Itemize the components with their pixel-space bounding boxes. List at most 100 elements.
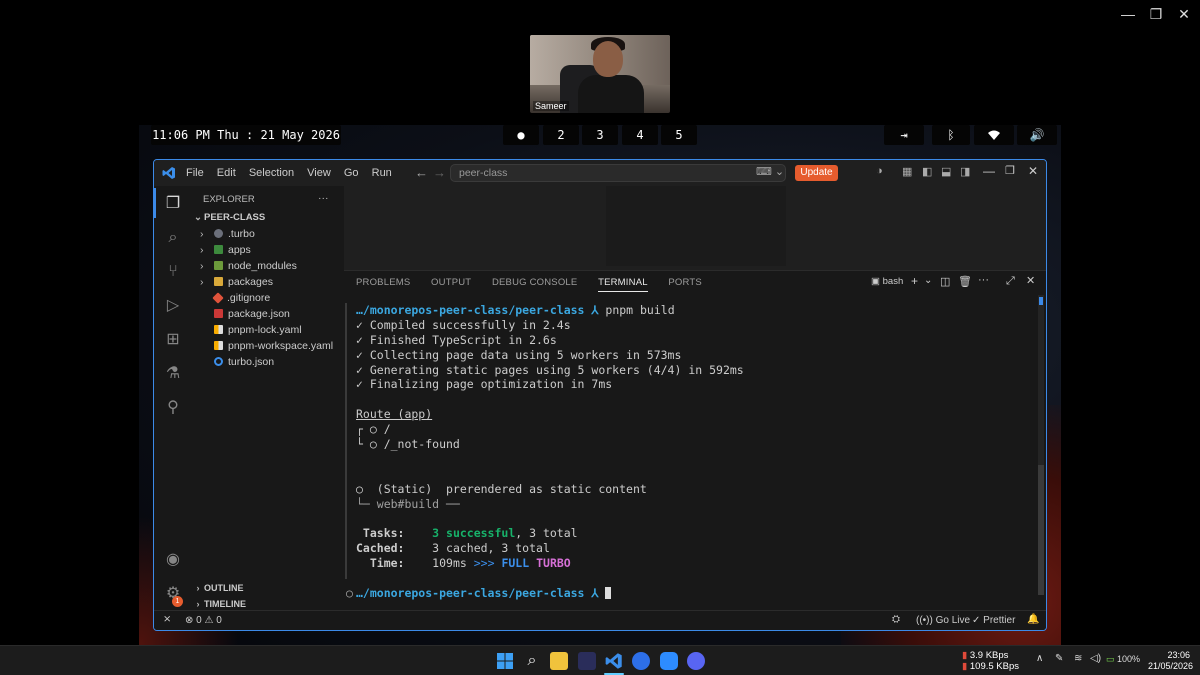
- toggle-panel-icon[interactable]: ⬓: [941, 165, 951, 178]
- battery-indicator[interactable]: ▭ 100%: [1106, 654, 1140, 665]
- menu-file[interactable]: File: [186, 167, 204, 179]
- remote-explorer-icon[interactable]: ⚲: [163, 398, 183, 418]
- tree-item-node-modules[interactable]: › node_modules: [200, 258, 297, 274]
- more-icon[interactable]: ···: [978, 274, 989, 286]
- windows-start-icon[interactable]: [496, 652, 514, 670]
- wifi-tray-icon[interactable]: ≋: [1074, 653, 1082, 664]
- volume-tray-icon[interactable]: ◁): [1090, 653, 1101, 664]
- final-prompt-line: ○ …/monorepos-peer-class/peer-class ⅄: [346, 586, 1036, 601]
- tree-item-packages[interactable]: › packages: [200, 274, 273, 290]
- tab-output[interactable]: OUTPUT: [431, 277, 471, 288]
- problems-indicator[interactable]: ⊗ 0 ⚠ 0: [185, 615, 222, 626]
- volume-icon[interactable]: 🔊: [1017, 125, 1057, 145]
- trash-icon[interactable]: 🗑: [958, 275, 972, 288]
- vscode-taskbar-icon[interactable]: [605, 652, 623, 670]
- pnpm-icon: [214, 341, 223, 350]
- tree-item-package-json[interactable]: package.json: [214, 306, 290, 322]
- menu-edit[interactable]: Edit: [217, 167, 236, 179]
- wifi-icon[interactable]: [974, 125, 1014, 145]
- workspace-5[interactable]: 5: [661, 125, 697, 145]
- update-button[interactable]: Update: [795, 165, 838, 181]
- menu-selection[interactable]: Selection: [249, 167, 294, 179]
- toggle-sidebar-icon[interactable]: ◧: [922, 165, 932, 178]
- system-clock[interactable]: 23:06 21/05/2026: [1148, 650, 1193, 672]
- menu-view[interactable]: View: [307, 167, 331, 179]
- show-hidden-icons-icon[interactable]: ∧: [1036, 653, 1043, 664]
- bluetooth-icon[interactable]: ᛒ: [932, 125, 970, 145]
- taskbar-search-icon[interactable]: ⌕: [523, 652, 541, 670]
- tab-debug-console[interactable]: DEBUG CONSOLE: [492, 277, 577, 288]
- terminal-output[interactable]: …/monorepos-peer-class/peer-class ⅄ pnpm…: [346, 303, 1036, 601]
- copilot-status-icon[interactable]: ⛭: [892, 614, 900, 625]
- tab-problems[interactable]: PROBLEMS: [356, 277, 410, 288]
- forward-arrow-icon[interactable]: →: [433, 165, 446, 180]
- tasks-total: , 3 total: [515, 526, 578, 541]
- toggle-secondary-sidebar-icon[interactable]: ◨: [960, 165, 970, 178]
- menu-go[interactable]: Go: [344, 167, 359, 179]
- testing-icon[interactable]: ⚗: [163, 364, 183, 384]
- restore-icon[interactable]: ❐: [1142, 6, 1170, 23]
- pen-icon[interactable]: ✎: [1055, 653, 1063, 664]
- git-icon: [212, 292, 224, 304]
- more-actions-icon[interactable]: ···: [318, 190, 329, 206]
- copilot-icon[interactable]: ⌨ ⌄: [756, 165, 784, 178]
- tree-item-pnpm-workspace[interactable]: pnpm-workspace.yaml: [214, 338, 333, 354]
- maximize-panel-icon[interactable]: ⤢: [1006, 275, 1015, 288]
- terminal-app-icon[interactable]: [578, 652, 596, 670]
- command-center-search[interactable]: peer-class: [450, 164, 786, 182]
- explorer-sidebar: EXPLORER ··· ⌄ PEER-CLASS › .turbo › apps ›…: [192, 186, 344, 610]
- go-live-button[interactable]: ((•)) Go Live: [916, 615, 970, 626]
- back-arrow-icon[interactable]: ←: [415, 165, 428, 180]
- accounts-icon[interactable]: ◑: [876, 165, 883, 177]
- tab-ports[interactable]: PORTS: [668, 277, 702, 288]
- file-explorer-icon[interactable]: [550, 652, 568, 670]
- source-control-icon[interactable]: ⑂: [163, 262, 183, 282]
- explorer-icon[interactable]: ❐: [163, 194, 183, 214]
- menu-run[interactable]: Run: [372, 167, 392, 179]
- close-panel-icon[interactable]: ✕: [1026, 274, 1035, 287]
- warning-icon: ⚠: [204, 615, 214, 626]
- tasks-success: 3 successful: [432, 526, 516, 541]
- prettier-label: Prettier: [983, 615, 1016, 626]
- prettier-button[interactable]: ✓ Prettier: [972, 615, 1015, 626]
- notifications-bell-icon[interactable]: 🔔: [1027, 614, 1039, 625]
- minimize-window-icon[interactable]: —: [983, 164, 995, 178]
- folder-root[interactable]: ⌄ PEER-CLASS: [192, 210, 265, 226]
- tree-item-gitignore[interactable]: .gitignore: [212, 290, 271, 306]
- split-terminal-icon[interactable]: ◫: [940, 275, 950, 288]
- remote-indicator-icon[interactable]: ⨯: [163, 614, 171, 625]
- close-window-icon[interactable]: ✕: [1028, 164, 1038, 178]
- activity-bar: ❐ ⌕ ⑂ ▷ ⊞ ⚗ ⚲ ◉ ⚙ 1: [154, 186, 192, 610]
- turbo-folder-icon: [214, 229, 223, 238]
- workspace-2[interactable]: 2: [543, 125, 579, 145]
- logout-icon[interactable]: ⇥: [884, 125, 924, 145]
- tree-item-turbo-json[interactable]: turbo.json: [214, 354, 274, 370]
- tree-label: .gitignore: [227, 292, 271, 304]
- close-icon[interactable]: ✕: [1170, 6, 1198, 23]
- terminal-shell-selector[interactable]: ▣ bash: [871, 276, 903, 287]
- outline-section[interactable]: › OUTLINE: [192, 580, 244, 596]
- tree-item-pnpm-lock[interactable]: pnpm-lock.yaml: [214, 322, 302, 338]
- download-indicator: ▮: [962, 661, 968, 672]
- extensions-icon[interactable]: ⊞: [163, 330, 183, 350]
- new-terminal-icon[interactable]: +: [911, 274, 918, 288]
- discord-icon[interactable]: [687, 652, 705, 670]
- terminal-gutter: [345, 303, 347, 579]
- tree-item-apps[interactable]: › apps: [200, 242, 251, 258]
- app-icon[interactable]: [632, 652, 650, 670]
- customize-layout-icon[interactable]: ▦: [902, 165, 912, 178]
- workspace-1[interactable]: ●: [503, 125, 539, 145]
- tree-item-turbo[interactable]: › .turbo: [200, 226, 255, 242]
- search-icon[interactable]: ⌕: [163, 228, 183, 248]
- terminal-scrollbar[interactable]: [1038, 295, 1044, 595]
- minimize-icon[interactable]: —: [1114, 6, 1142, 22]
- workspace-3[interactable]: 3: [582, 125, 618, 145]
- account-icon[interactable]: ◉: [163, 550, 183, 570]
- run-debug-icon[interactable]: ▷: [163, 296, 183, 316]
- build-line: └─ web#build ──: [356, 496, 460, 511]
- chevron-down-icon[interactable]: ⌄: [924, 275, 932, 286]
- zoom-icon[interactable]: [660, 652, 678, 670]
- tab-terminal[interactable]: TERMINAL: [598, 277, 648, 292]
- restore-window-icon[interactable]: ❐: [1005, 164, 1015, 177]
- workspace-4[interactable]: 4: [622, 125, 658, 145]
